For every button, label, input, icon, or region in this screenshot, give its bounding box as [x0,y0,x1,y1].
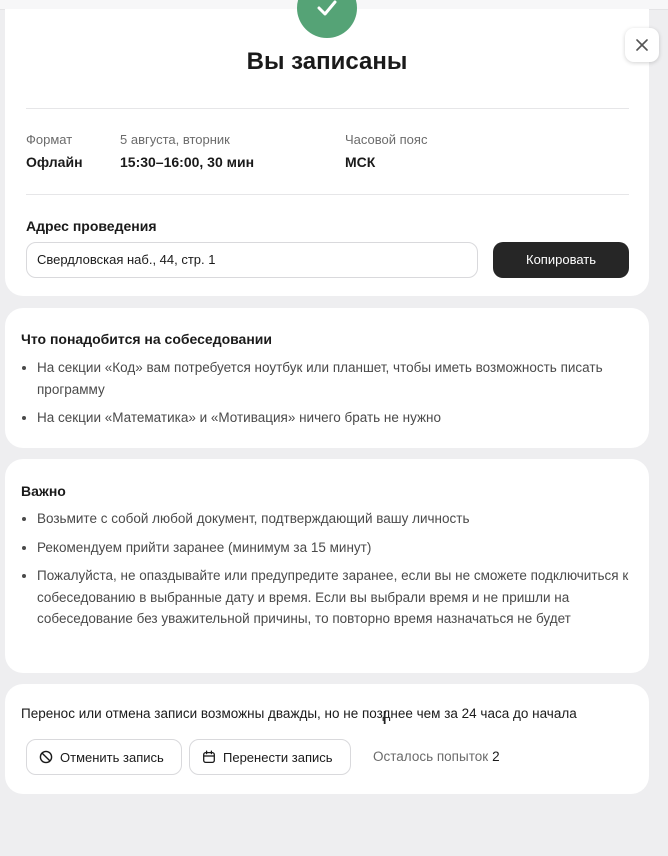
check-icon [317,0,337,16]
list-item: На секции «Математика» и «Мотивация» нич… [37,407,637,429]
format-value: Офлайн [26,154,83,170]
divider [26,194,629,195]
calendar-icon [203,750,215,764]
reschedule-booking-label: Перенести запись [223,749,333,765]
timezone-label: Часовой пояс [345,132,428,147]
page-title: Вы записаны [246,48,408,75]
address-label: Адрес проведения [26,218,157,234]
important-title: Важно [21,483,66,499]
cancel-circle-icon [39,750,53,764]
requirements-list: На секции «Код» вам потребуется ноутбук … [21,357,637,436]
list-item: Возьмите с собой любой документ, подтвер… [37,508,637,530]
attempts-label: Осталось попыток [373,749,489,764]
text-cursor-icon: I [382,708,388,729]
list-item: Пожалуйста, не опаздывайте или предупред… [37,565,637,630]
reschedule-booking-button[interactable]: Перенести запись [189,739,351,775]
attempts-count: 2 [492,749,500,764]
divider [26,108,629,109]
format-label: Формат [26,132,73,147]
time-value: 15:30–16:00, 30 мин [120,154,255,170]
cancel-booking-label: Отменить запись [60,749,164,765]
address-field[interactable]: Свердловская наб., 44, стр. 1 [26,242,478,278]
date-label: 5 августа, вторник [120,132,230,147]
cancel-booking-button[interactable]: Отменить запись [26,739,182,775]
list-item: Рекомендуем прийти заранее (минимум за 1… [37,537,637,559]
reschedule-note: Перенос или отмена записи возможны дважд… [21,706,577,721]
important-list: Возьмите с собой любой документ, подтвер… [21,508,637,637]
copy-address-button[interactable]: Копировать [493,242,629,278]
attempts-remaining: Осталось попыток 2 [373,749,500,764]
list-item: На секции «Код» вам потребуется ноутбук … [37,357,637,400]
requirements-title: Что понадобится на собеседовании [21,331,273,347]
timezone-value: МСК [345,154,376,170]
